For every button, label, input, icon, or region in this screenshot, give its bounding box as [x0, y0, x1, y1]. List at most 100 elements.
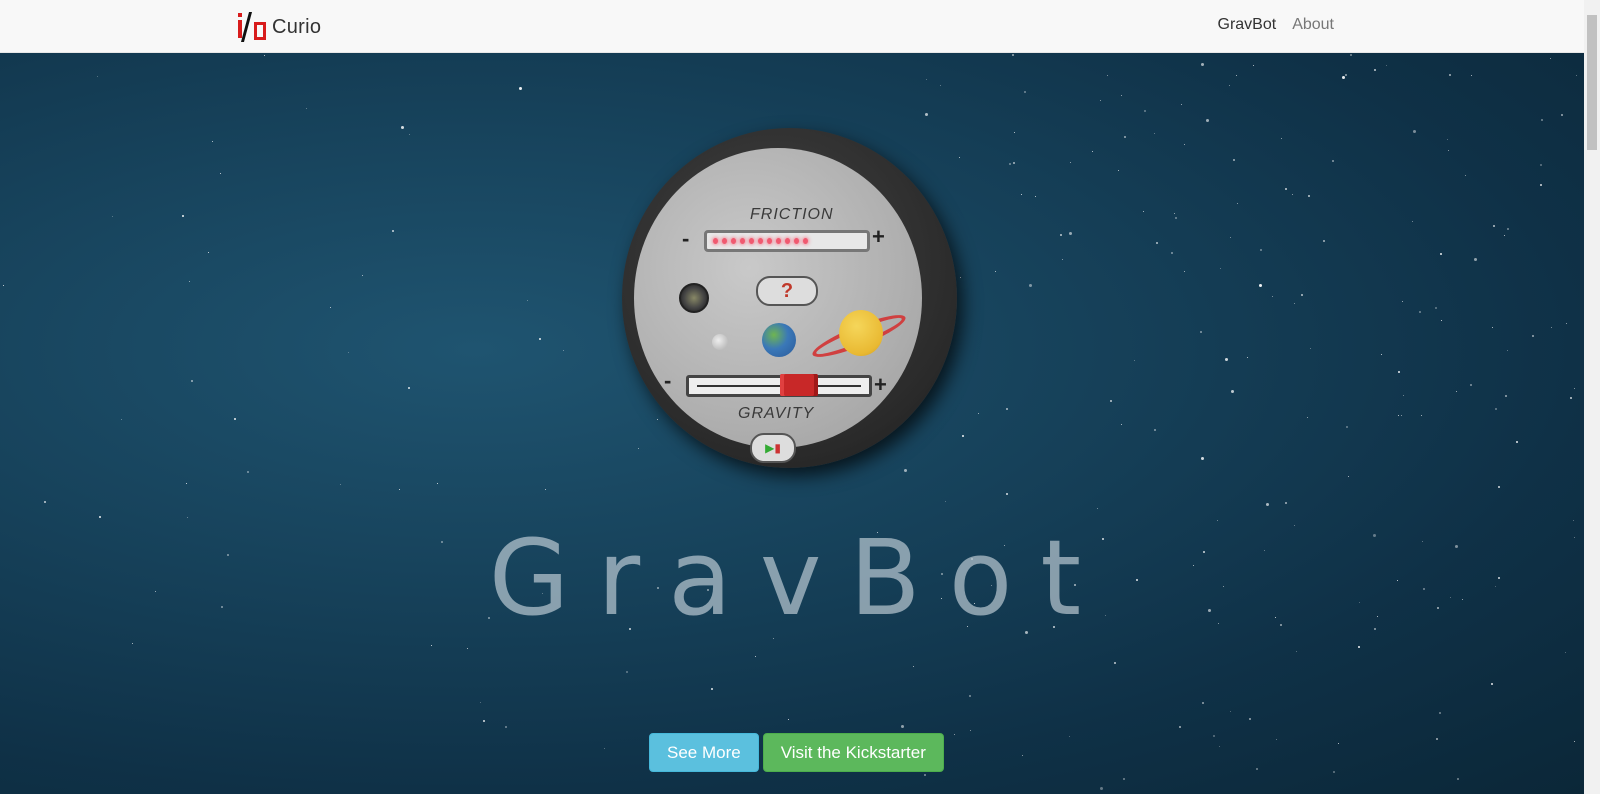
star [211, 140, 213, 142]
star [969, 730, 971, 732]
star [925, 113, 929, 117]
question-button: ? [756, 276, 818, 306]
star [978, 412, 980, 414]
star [1143, 211, 1145, 213]
hero-title: GravBot [488, 517, 1110, 639]
star [1573, 388, 1575, 390]
star [1021, 193, 1023, 195]
star [604, 748, 606, 750]
star [208, 251, 210, 253]
star [539, 338, 542, 341]
star [1114, 662, 1117, 665]
star [185, 482, 187, 484]
star [1539, 163, 1542, 166]
friction-led [749, 238, 754, 244]
star [1059, 234, 1062, 237]
star [1507, 349, 1509, 351]
star [306, 107, 308, 109]
star [1300, 293, 1303, 296]
star [1493, 224, 1496, 227]
star [1276, 739, 1278, 741]
star [1332, 160, 1335, 163]
nav-link-gravbot[interactable]: GravBot [1218, 16, 1277, 34]
star [1069, 736, 1071, 738]
star [1292, 193, 1294, 195]
star [1110, 400, 1113, 403]
star [1068, 232, 1072, 236]
star [1504, 394, 1507, 397]
friction-plus: + [872, 224, 885, 249]
star [1271, 295, 1273, 297]
star [1219, 267, 1221, 269]
star [1307, 194, 1310, 197]
star [1413, 129, 1417, 133]
friction-meter [704, 230, 870, 252]
star [1419, 310, 1422, 313]
star [626, 671, 629, 674]
star [1011, 53, 1014, 56]
star [1294, 302, 1296, 304]
star [234, 417, 237, 420]
nav-link-about[interactable]: About [1292, 16, 1334, 34]
star [912, 666, 914, 668]
star [505, 726, 508, 729]
star [1350, 54, 1353, 57]
gravity-minus: - [664, 368, 672, 393]
star [1014, 131, 1016, 133]
star [1381, 354, 1383, 356]
scrollbar[interactable] [1584, 0, 1600, 794]
see-more-button[interactable]: See More [649, 733, 759, 772]
star [1123, 777, 1125, 780]
friction-led [713, 238, 718, 244]
star [1507, 228, 1510, 231]
gravity-slider-thumb [780, 374, 818, 396]
star [436, 483, 438, 485]
star [1134, 359, 1136, 361]
star [1573, 519, 1575, 521]
star [1006, 407, 1009, 410]
star [1402, 301, 1404, 303]
star [1265, 502, 1269, 506]
star [1005, 492, 1008, 495]
star [788, 719, 790, 721]
star [1323, 240, 1326, 243]
star [1029, 283, 1033, 287]
play-pause-icon: ▶▮ [750, 433, 796, 463]
star [995, 271, 997, 273]
star [1342, 75, 1346, 79]
star [1333, 771, 1336, 774]
star [1173, 213, 1175, 215]
star [1281, 137, 1283, 139]
star [1457, 778, 1460, 781]
star [924, 773, 927, 776]
kickstarter-button[interactable]: Visit the Kickstarter [762, 733, 944, 772]
scrollbar-thumb[interactable] [1587, 15, 1597, 150]
brand-link[interactable]: Curio [236, 12, 321, 42]
star [247, 471, 250, 474]
star [1219, 746, 1221, 748]
star [968, 695, 971, 698]
friction-led [803, 238, 808, 244]
star [1491, 327, 1493, 329]
star [1170, 252, 1173, 255]
hero-section: FRICTION - + ? - + GRAVITY ▶▮ GravBot Se… [0, 53, 1584, 794]
star [1183, 143, 1185, 145]
star [1180, 104, 1182, 106]
navbar: Curio GravBot About [0, 0, 1584, 53]
star [190, 379, 193, 382]
star [1199, 331, 1202, 333]
star [1175, 217, 1178, 220]
star [1154, 132, 1156, 134]
star [479, 701, 481, 703]
star [1236, 74, 1238, 76]
star [1231, 390, 1235, 394]
star [347, 352, 349, 354]
star [1121, 424, 1123, 426]
star [1024, 91, 1027, 94]
star [1228, 84, 1230, 86]
friction-led [731, 238, 736, 244]
star [1229, 710, 1231, 712]
earth-icon [762, 323, 796, 357]
star [398, 488, 400, 490]
star [1575, 75, 1577, 77]
